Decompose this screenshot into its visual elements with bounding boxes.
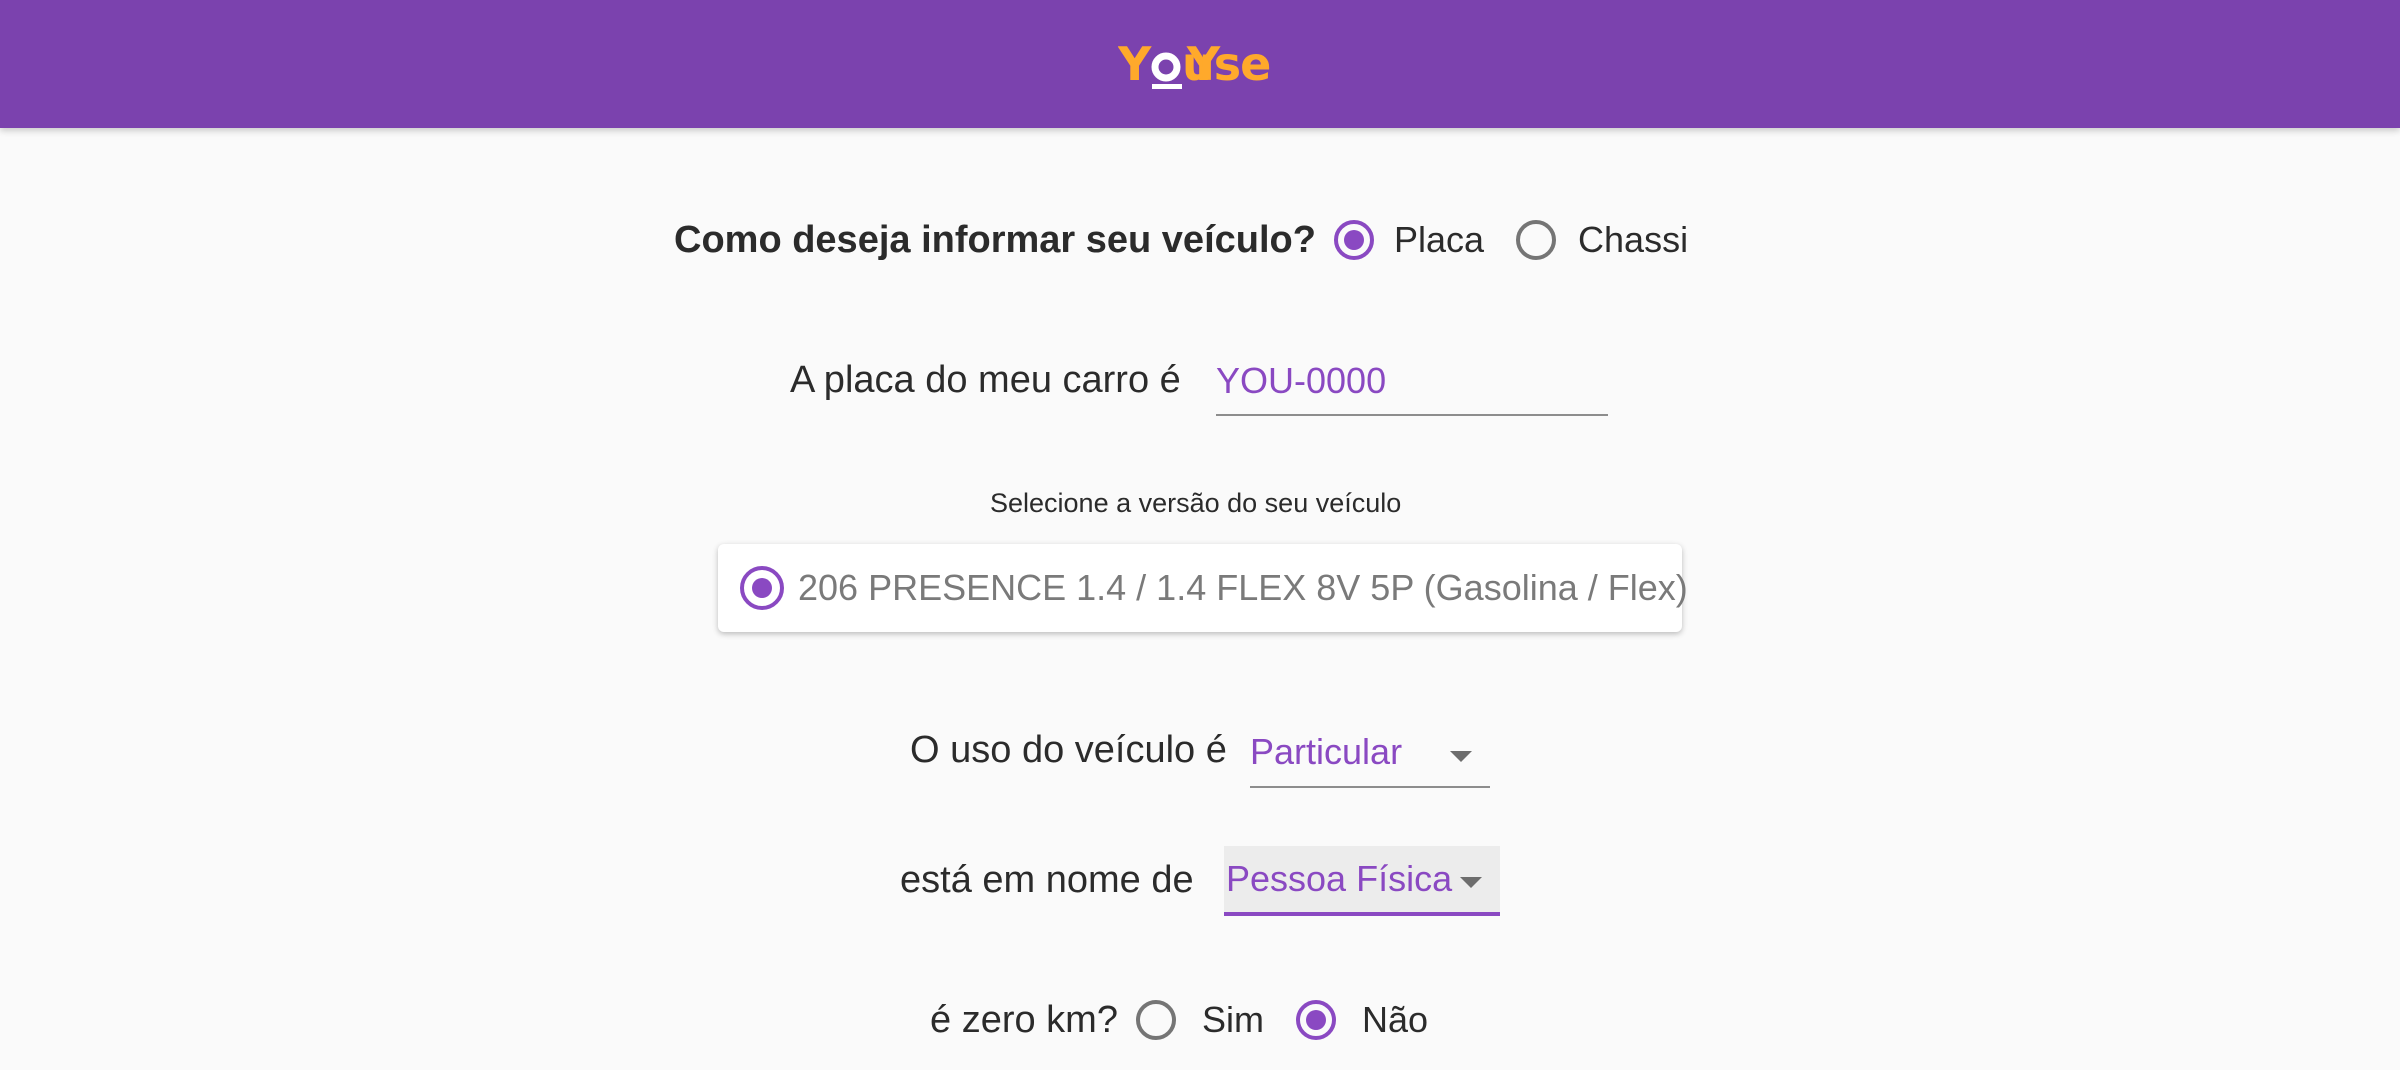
radio-sim-label[interactable]: Sim [1202,999,1264,1041]
zero-km-label: é zero km? [930,998,1118,1041]
plate-input[interactable]: YOU-0000 [1216,354,1608,416]
radio-chassi-label[interactable]: Chassi [1578,219,1688,261]
usage-select[interactable]: Particular [1250,722,1490,788]
radio-chassi[interactable] [1516,220,1557,260]
version-radio[interactable] [740,566,784,610]
usage-select-value: Particular [1250,731,1403,772]
owner-select-value: Pessoa Física [1226,858,1453,899]
radio-placa-label[interactable]: Placa [1394,219,1484,261]
version-option-card[interactable]: 206 PRESENCE 1.4 / 1.4 FLEX 8V 5P (Gasol… [718,544,1688,632]
plate-row: A placa do meu carro é [790,352,1181,408]
zero-km-row: é zero km? Sim Não [930,992,1428,1048]
vehicle-info-row: Como deseja informar seu veículo? Placa … [674,212,1688,268]
radio-placa[interactable] [1333,220,1374,260]
version-option-label: 206 PRESENCE 1.4 / 1.4 FLEX 8V 5P (Gasol… [798,567,1688,608]
usage-label: O uso do veículo é [910,728,1227,771]
plate-value: YOU-0000 [1216,360,1387,401]
radio-sim[interactable] [1135,1000,1176,1040]
top-app-bar: Y Y use [0,0,2400,128]
usage-row: O uso do veículo é [910,722,1227,778]
svg-text:Y: Y [1118,37,1152,91]
version-hint: Selecione a versão do seu veículo [990,488,1402,518]
plate-label: A placa do meu carro é [790,358,1181,401]
owner-label: está em nome de [900,858,1194,901]
owner-select[interactable]: Pessoa Física [1224,846,1500,916]
chevron-down-icon [1450,751,1472,762]
owner-row: está em nome de [900,852,1194,908]
vehicle-info-question: Como deseja informar seu veículo? [674,218,1316,261]
chevron-down-icon [1460,877,1482,888]
radio-nao-label[interactable]: Não [1362,999,1428,1041]
svg-text:use: use [1182,37,1270,91]
youse-logo[interactable]: Y Y use [1118,36,1288,92]
radio-nao[interactable] [1295,1000,1336,1040]
